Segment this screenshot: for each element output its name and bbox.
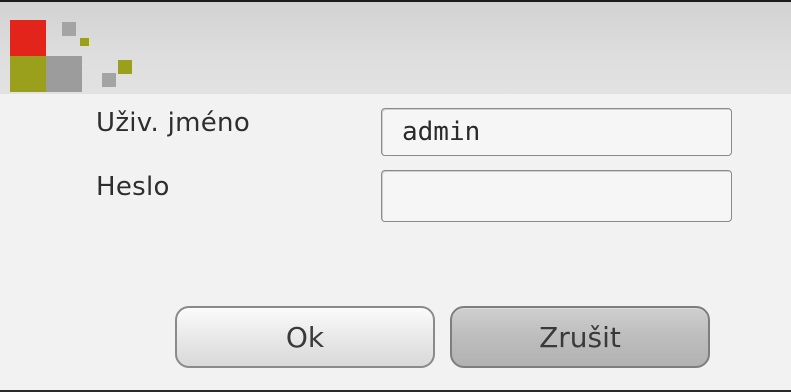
password-label: Heslo [96, 172, 170, 202]
logo-square-gray [46, 56, 82, 92]
ok-button[interactable]: Ok [175, 306, 435, 368]
logo-square-olive-tiny [80, 38, 89, 46]
logo-square-olive-small [118, 60, 132, 74]
dialog-header [0, 2, 791, 94]
logo-square-gray-small [62, 22, 76, 36]
logo-square-olive [10, 56, 46, 92]
login-dialog: Uživ. jméno Heslo Ok Zrušit [0, 0, 791, 392]
logo-square-red [10, 20, 46, 56]
brand-logo-icon [0, 2, 140, 94]
password-field[interactable] [381, 170, 732, 222]
username-field[interactable] [381, 108, 732, 156]
username-label: Uživ. jméno [96, 108, 251, 138]
cancel-button[interactable]: Zrušit [450, 306, 710, 368]
logo-square-gray-small-2 [102, 73, 116, 87]
